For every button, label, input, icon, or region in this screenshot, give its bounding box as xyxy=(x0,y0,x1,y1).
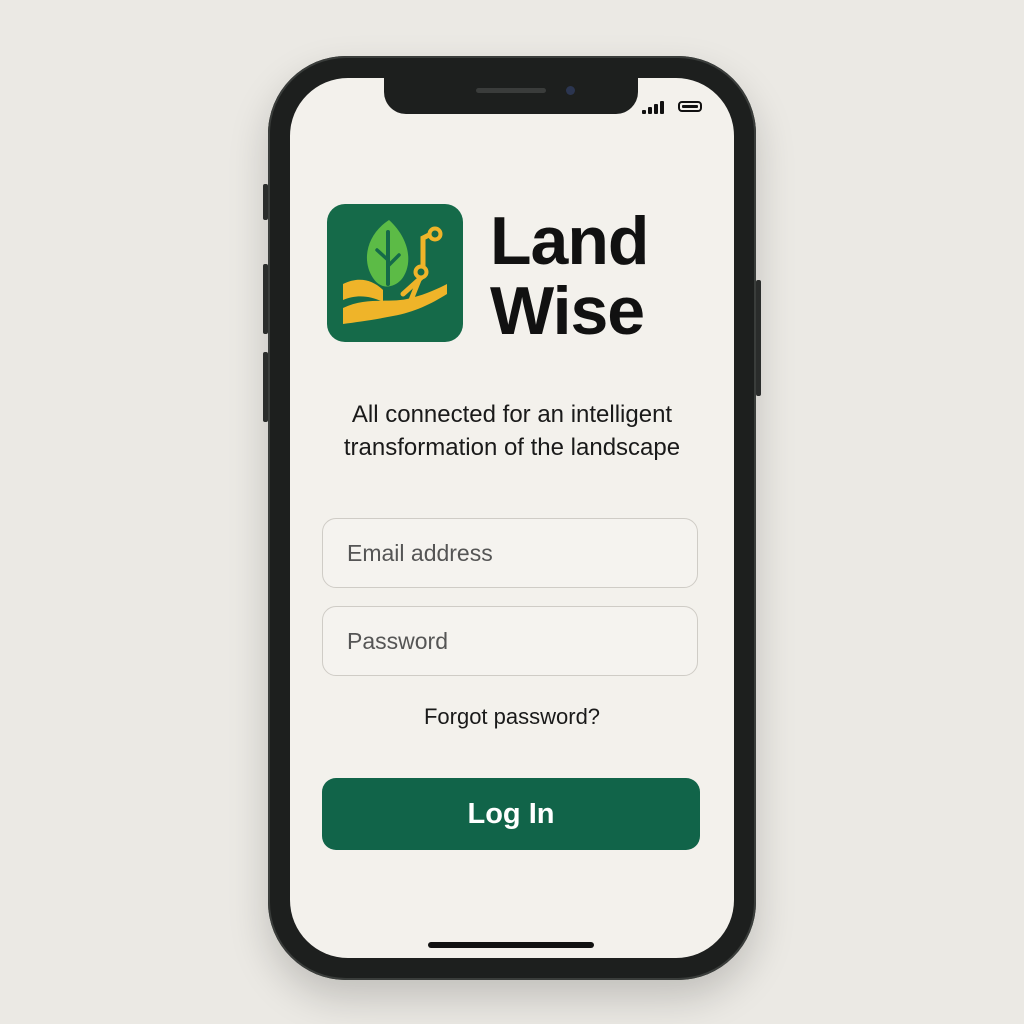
front-camera xyxy=(566,86,575,95)
power-button xyxy=(756,280,761,396)
email-field[interactable] xyxy=(322,518,698,588)
app-tagline: All connected for an intelligent transfo… xyxy=(290,398,734,464)
mute-switch xyxy=(263,184,268,220)
volume-down-button xyxy=(263,352,268,422)
leaf-circuit-logo-icon xyxy=(327,204,463,342)
tagline-line-1: All connected for an intelligent xyxy=(351,401,673,428)
home-indicator[interactable] xyxy=(428,942,594,948)
earpiece-speaker xyxy=(476,88,546,93)
app-brand-name: Land Wise xyxy=(490,203,649,349)
brand-line-1: Land xyxy=(490,203,649,279)
volume-up-button xyxy=(263,264,268,334)
phone-screen: Land Wise All connected for an intellige… xyxy=(290,78,734,958)
battery-full-icon xyxy=(678,101,702,112)
login-button[interactable]: Log In xyxy=(322,778,700,850)
brand-line-2: Wise xyxy=(490,273,645,349)
forgot-password-link[interactable]: Forgot password? xyxy=(290,704,734,730)
notch xyxy=(384,78,638,114)
signal-bars-icon xyxy=(642,100,670,114)
status-bar xyxy=(642,100,708,114)
tagline-line-2: transformation of the landscape xyxy=(343,434,681,461)
phone-frame: Land Wise All connected for an intellige… xyxy=(263,56,761,980)
password-field[interactable] xyxy=(322,606,698,676)
